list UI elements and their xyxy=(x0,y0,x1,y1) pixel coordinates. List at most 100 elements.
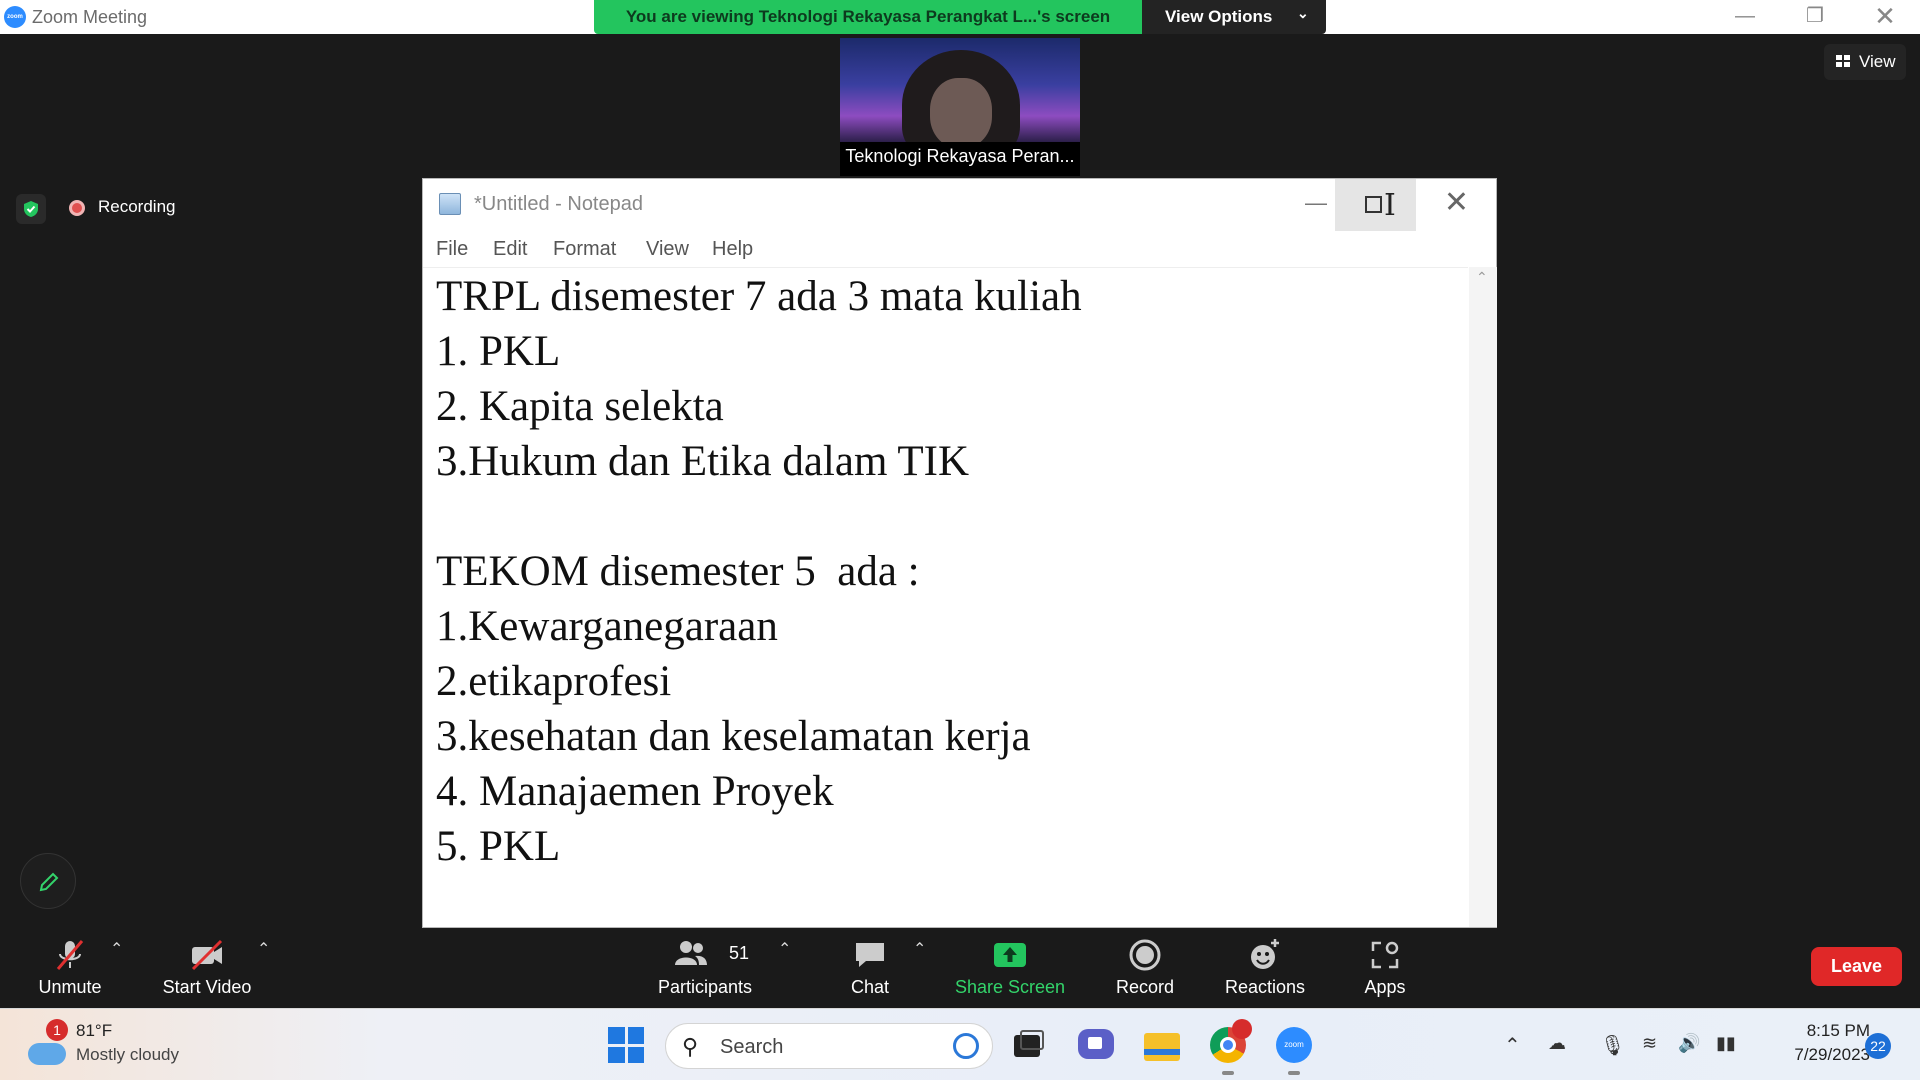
zoom-logo-icon: zoom xyxy=(4,6,26,28)
microphone-icon[interactable]: 🎙 xyxy=(1600,1033,1625,1058)
chat-options-caret[interactable]: ⌃ xyxy=(913,939,926,959)
teams-chat-icon[interactable] xyxy=(1076,1025,1116,1065)
view-button-label: View xyxy=(1859,52,1896,71)
notepad-window: *Untitled - Notepad — I ✕ File Edit Form… xyxy=(422,178,1497,928)
chat-icon xyxy=(856,943,884,967)
text-line: 3.Hukum dan Etika dalam TIK xyxy=(436,438,970,485)
search-label: Search xyxy=(720,1036,784,1058)
notepad-close-button[interactable]: ✕ xyxy=(1416,179,1497,229)
microphone-muted-icon xyxy=(56,940,84,970)
grid-view-icon xyxy=(1836,55,1850,67)
taskbar-search[interactable]: ⚲ Search xyxy=(665,1023,993,1069)
view-options-button[interactable]: View Options ⌄ xyxy=(1142,0,1326,34)
apps-button[interactable]: Apps xyxy=(1340,929,1430,1008)
participants-options-caret[interactable]: ⌃ xyxy=(778,939,791,959)
volume-icon[interactable]: 🔊 xyxy=(1678,1033,1700,1054)
weather-alert-badge: 1 xyxy=(46,1019,68,1041)
share-screen-label: Share Screen xyxy=(954,977,1066,997)
video-off-icon xyxy=(191,939,223,971)
recording-indicator-icon xyxy=(69,200,85,216)
view-button[interactable]: View xyxy=(1824,44,1906,80)
battery-icon[interactable]: ▮▮ xyxy=(1716,1033,1736,1054)
chat-button[interactable]: Chat xyxy=(830,929,910,1008)
start-video-button[interactable]: Start Video xyxy=(152,929,262,1008)
recording-label: Recording xyxy=(98,197,176,216)
weather-temperature[interactable]: 81°F xyxy=(76,1021,112,1041)
annotate-button[interactable] xyxy=(20,853,76,909)
leave-button[interactable]: Leave xyxy=(1811,947,1902,986)
text-line: 2.etikaprofesi xyxy=(436,658,672,705)
notepad-title: *Untitled - Notepad xyxy=(474,193,643,215)
windows-taskbar: 1 81°F Mostly cloudy ⚲ Search zoom ⌃ ☁ 🎙… xyxy=(0,1008,1920,1080)
onedrive-cloud-icon[interactable]: ☁ xyxy=(1548,1033,1566,1054)
text-line: 2. Kapita selekta xyxy=(436,383,724,430)
menu-view[interactable]: View xyxy=(646,238,689,261)
clock-time[interactable]: 8:15 PM xyxy=(1780,1021,1870,1041)
wifi-icon[interactable]: ≋ xyxy=(1642,1033,1657,1054)
apps-icon xyxy=(1371,941,1399,969)
restore-window-button[interactable]: ❐ xyxy=(1780,0,1850,34)
participant-thumbnail[interactable]: Teknologi Rekayasa Peran... xyxy=(840,38,1080,176)
notepad-scrollbar[interactable]: ⌃ xyxy=(1469,267,1497,927)
chat-label: Chat xyxy=(850,977,890,997)
participants-button[interactable]: 51 Participants xyxy=(650,929,760,1008)
notepad-text-area[interactable]: TRPL disemester 7 ada 3 mata kuliah 1. P… xyxy=(423,267,1468,927)
notepad-title-bar: *Untitled - Notepad — I ✕ xyxy=(423,179,1497,231)
scroll-up-icon[interactable]: ⌃ xyxy=(1476,269,1488,286)
text-line: TEKOM disemester 5 ada : xyxy=(436,548,920,595)
video-options-caret[interactable]: ⌃ xyxy=(257,939,270,959)
menu-edit[interactable]: Edit xyxy=(493,238,527,261)
task-view-icon[interactable] xyxy=(1008,1025,1048,1065)
share-banner-text: You are viewing Teknologi Rekayasa Peran… xyxy=(625,7,1111,26)
text-line: 3.kesehatan dan keselamatan kerja xyxy=(436,713,1031,760)
participants-icon xyxy=(675,941,707,965)
menu-format[interactable]: Format xyxy=(553,238,616,261)
reactions-icon xyxy=(1251,939,1279,969)
chrome-icon[interactable] xyxy=(1208,1019,1252,1075)
windows-start-icon[interactable] xyxy=(608,1027,644,1063)
text-line: 5. PKL xyxy=(436,823,561,870)
weather-condition[interactable]: Mostly cloudy xyxy=(76,1045,179,1065)
minimize-window-button[interactable]: — xyxy=(1710,0,1780,34)
cloud-icon[interactable] xyxy=(28,1043,66,1065)
text-line: 1. PKL xyxy=(436,328,561,375)
text-line: TRPL disemester 7 ada 3 mata kuliah xyxy=(436,273,1082,320)
apps-label: Apps xyxy=(1364,977,1406,997)
menu-file[interactable]: File xyxy=(436,238,468,261)
unmute-button[interactable]: Unmute xyxy=(20,929,120,1008)
start-video-label: Start Video xyxy=(162,977,252,997)
notepad-maximize-button[interactable]: I xyxy=(1335,179,1416,231)
clock-date[interactable]: 7/29/2023 xyxy=(1760,1045,1870,1065)
notepad-icon xyxy=(439,193,461,215)
text-line: 1.Kewarganegaraan xyxy=(436,603,778,650)
reactions-label: Reactions xyxy=(1224,977,1306,997)
close-window-button[interactable]: ✕ xyxy=(1850,0,1920,34)
participants-count: 51 xyxy=(729,943,750,963)
security-shield-icon[interactable] xyxy=(16,194,46,224)
participants-label: Participants xyxy=(657,977,753,997)
zoom-app-icon[interactable]: zoom xyxy=(1274,1025,1314,1075)
share-screen-button[interactable]: Share Screen xyxy=(950,929,1070,1008)
chevron-down-icon: ⌄ xyxy=(1297,5,1309,21)
menu-help[interactable]: Help xyxy=(712,238,753,261)
file-explorer-icon[interactable] xyxy=(1142,1025,1182,1065)
screen-share-banner: You are viewing Teknologi Rekayasa Peran… xyxy=(594,0,1142,34)
bing-icon[interactable] xyxy=(953,1033,979,1059)
participant-video xyxy=(840,38,1080,142)
record-icon xyxy=(1129,939,1161,971)
view-options-label: View Options xyxy=(1165,7,1273,26)
maximize-icon xyxy=(1365,196,1382,213)
text-cursor-icon: I xyxy=(1384,188,1396,223)
notepad-menu-bar: File Edit Format View Help xyxy=(423,229,1496,267)
text-line: 4. Manajaemen Proyek xyxy=(436,768,834,815)
audio-options-caret[interactable]: ⌃ xyxy=(110,939,123,959)
window-title: Zoom Meeting xyxy=(32,7,148,27)
share-screen-icon xyxy=(994,943,1026,967)
unmute-label: Unmute xyxy=(38,977,102,997)
record-button[interactable]: Record xyxy=(1100,929,1190,1008)
zoom-title-bar: zoom Zoom Meeting You are viewing Teknol… xyxy=(0,0,1920,34)
record-label: Record xyxy=(1115,977,1175,997)
notification-count-badge[interactable]: 22 xyxy=(1865,1033,1891,1059)
reactions-button[interactable]: Reactions xyxy=(1215,929,1315,1008)
show-hidden-icons-chevron-icon[interactable]: ⌃ xyxy=(1504,1033,1521,1058)
